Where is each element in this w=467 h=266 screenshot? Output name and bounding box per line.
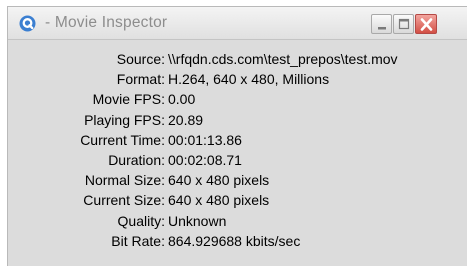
source-label: Source: xyxy=(116,51,165,67)
bit-rate-label: Bit Rate: xyxy=(111,232,165,249)
normal-size-value: 640 x 480 pixels xyxy=(168,172,270,189)
format-label: Format: xyxy=(116,71,165,88)
maximize-icon xyxy=(398,18,410,30)
info-row-format: Format: H.264, 640 x 480, Millions xyxy=(8,71,467,91)
source-value: \\rfqdn.cds.com\test_prepos\test.mov xyxy=(168,51,398,67)
current-time-value: 00:01:13.86 xyxy=(168,131,242,148)
movie-info-list: Source: \\rfqdn.cds.com\test_prepos\test… xyxy=(8,51,467,253)
bit-rate-value: 864.929688 kbits/sec xyxy=(168,232,301,249)
close-icon xyxy=(420,18,433,31)
info-row-normal-size: Normal Size: 640 x 480 pixels xyxy=(8,172,467,192)
current-size-value: 640 x 480 pixels xyxy=(168,192,270,209)
movie-fps-label: Movie FPS: xyxy=(92,91,165,108)
info-row-bit-rate: Bit Rate: 864.929688 kbits/sec xyxy=(8,233,467,253)
current-size-label: Current Size: xyxy=(83,192,165,209)
current-time-label: Current Time: xyxy=(80,131,165,148)
minimize-icon xyxy=(378,27,386,30)
movie-inspector-window: - Movie Inspector Source: \\rfqdn.cds.co… xyxy=(7,6,467,266)
info-row-playing-fps: Playing FPS: 20.89 xyxy=(8,112,467,132)
movie-fps-value: 0.00 xyxy=(168,91,196,108)
playing-fps-value: 20.89 xyxy=(168,111,204,128)
info-row-current-time: Current Time: 00:01:13.86 xyxy=(8,132,467,152)
title-bar[interactable]: - Movie Inspector xyxy=(8,7,467,40)
info-row-quality: Quality: Unknown xyxy=(8,213,467,233)
window-title: - Movie Inspector xyxy=(45,14,168,31)
minimize-button[interactable] xyxy=(371,14,392,34)
quality-label: Quality: xyxy=(117,212,165,229)
duration-value: 00:02:08.71 xyxy=(168,151,242,168)
info-row-duration: Duration: 00:02:08.71 xyxy=(8,152,467,172)
info-row-movie-fps: Movie FPS: 0.00 xyxy=(8,91,467,111)
info-row-current-size: Current Size: 640 x 480 pixels xyxy=(8,192,467,212)
info-row-source: Source: \\rfqdn.cds.com\test_prepos\test… xyxy=(8,51,467,71)
format-value: H.264, 640 x 480, Millions xyxy=(168,71,330,88)
maximize-button[interactable] xyxy=(393,14,414,34)
duration-label: Duration: xyxy=(108,151,165,168)
normal-size-label: Normal Size: xyxy=(84,172,165,189)
quicktime-icon xyxy=(19,15,36,32)
quality-value: Unknown xyxy=(168,212,227,229)
playing-fps-label: Playing FPS: xyxy=(84,111,165,128)
close-button[interactable] xyxy=(415,14,437,34)
